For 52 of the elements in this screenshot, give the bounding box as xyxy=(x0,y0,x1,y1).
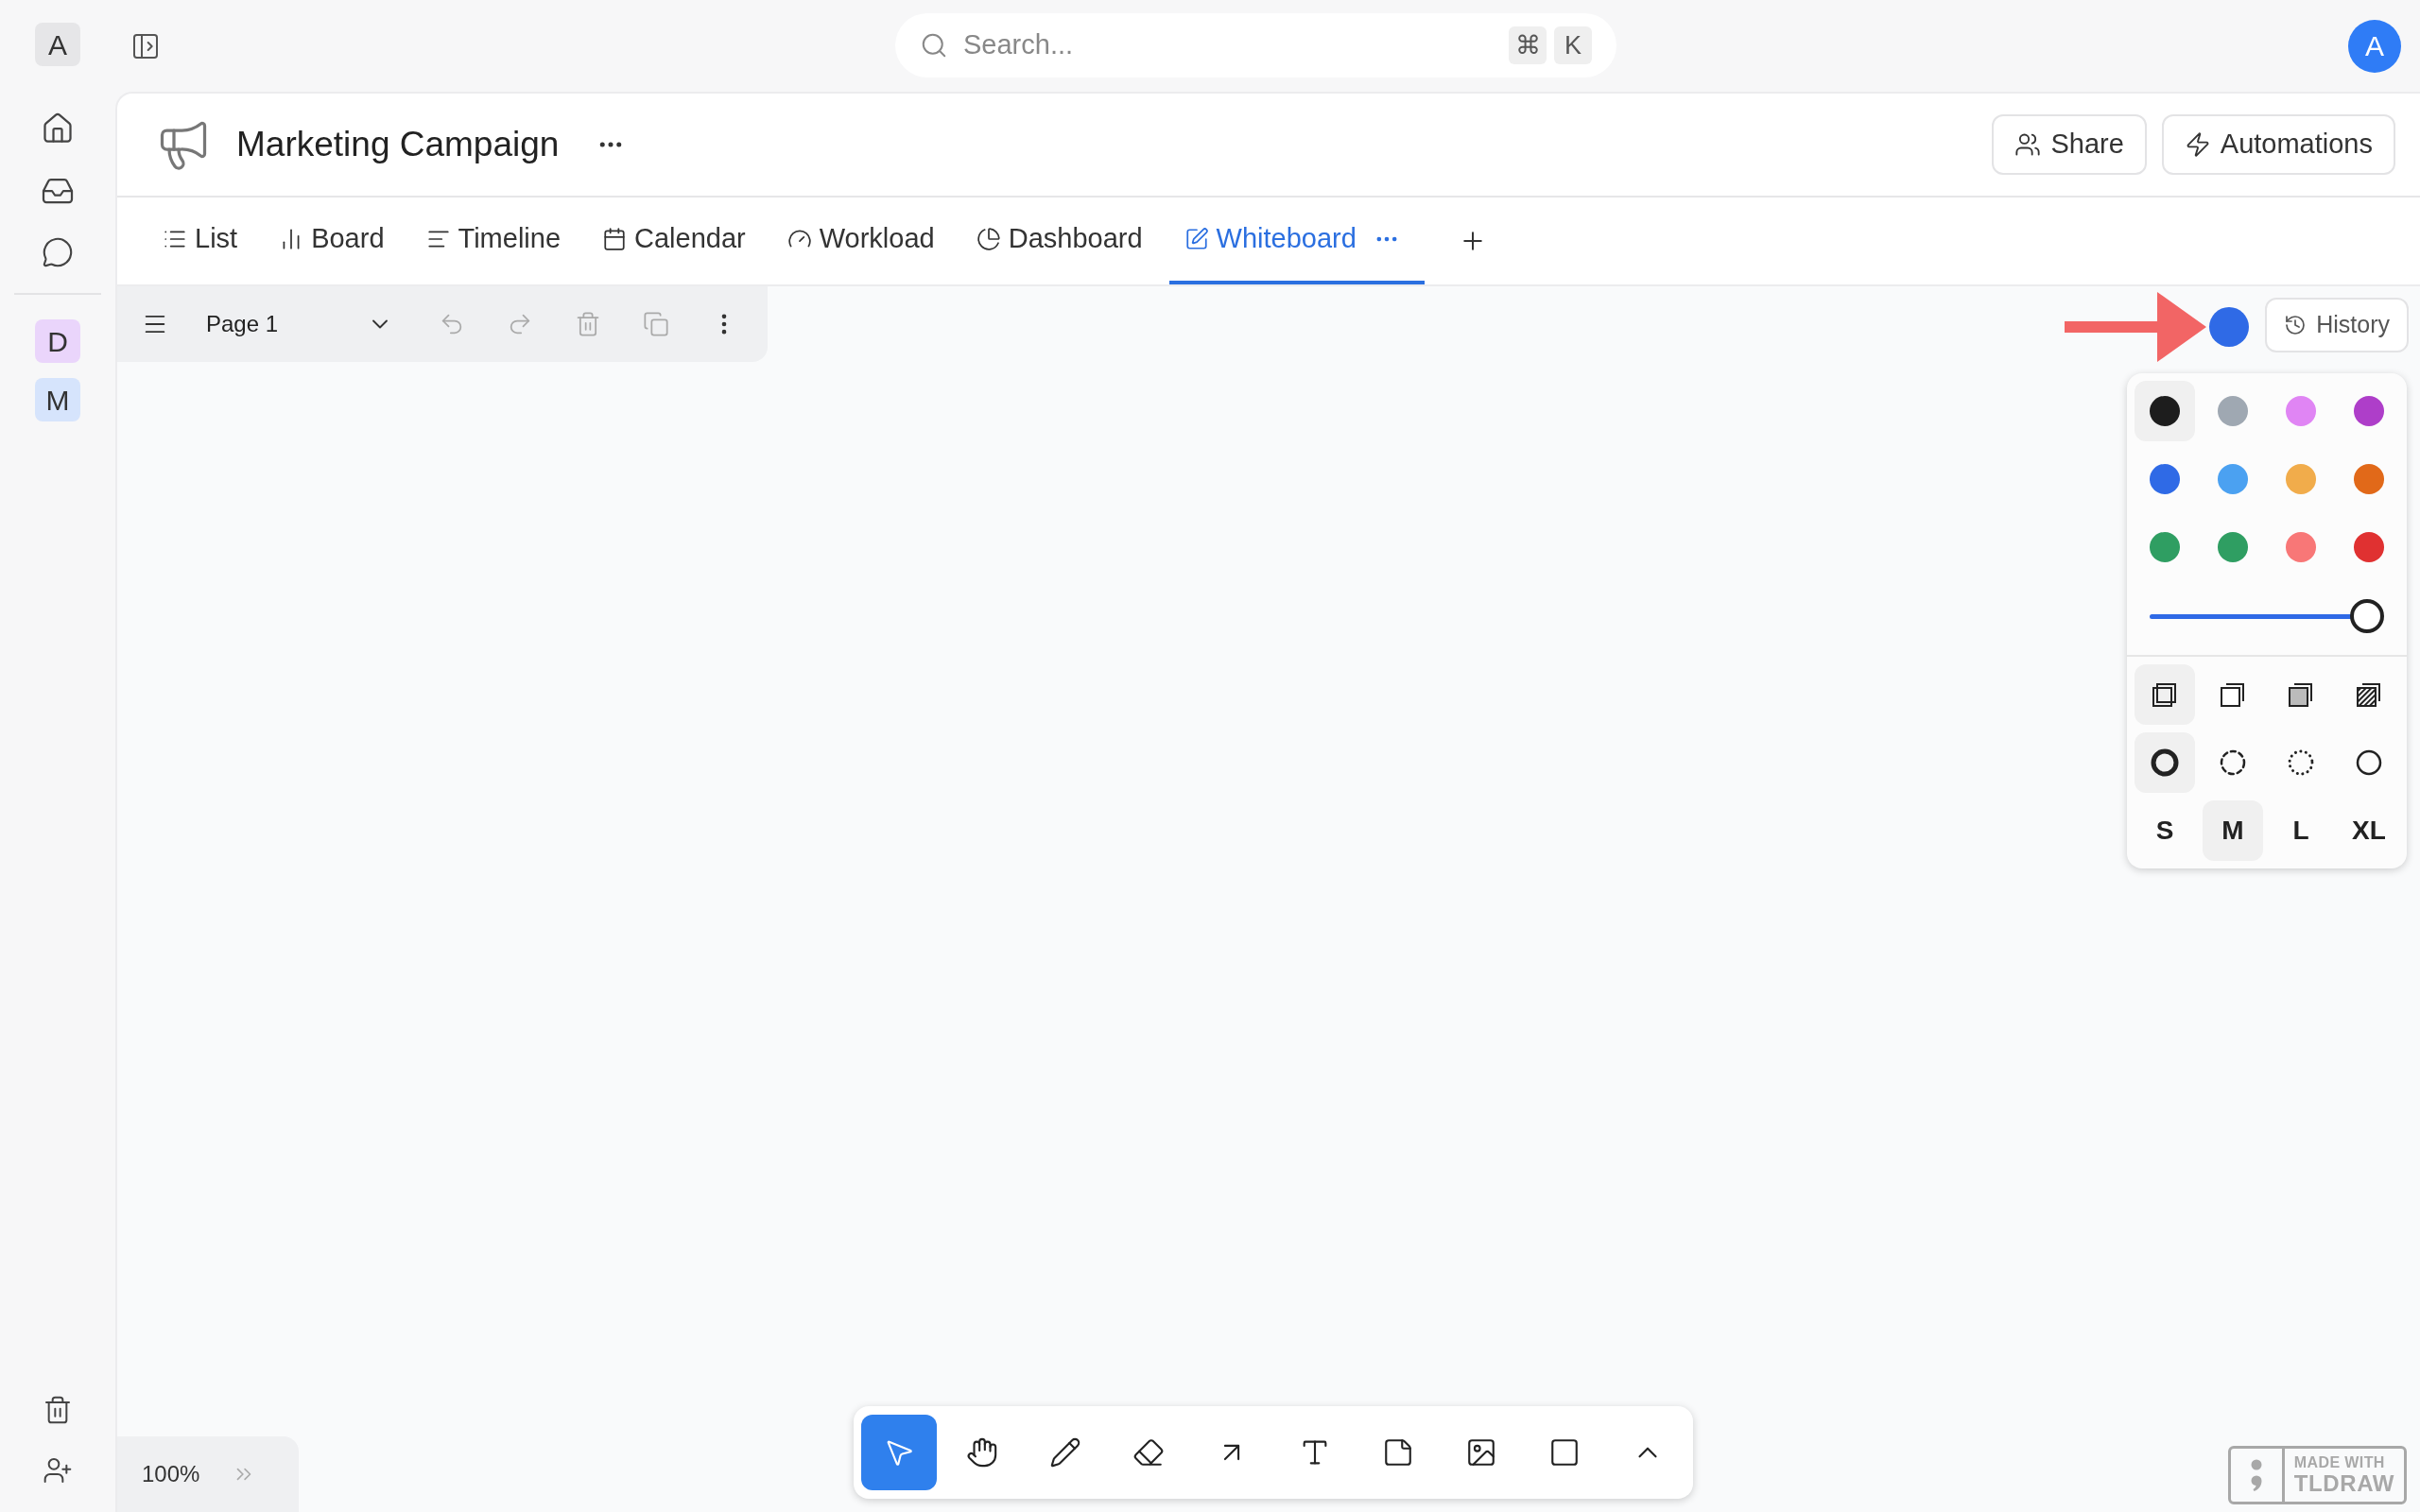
opacity-slider[interactable] xyxy=(2148,597,2386,635)
view-tab[interactable]: Board xyxy=(264,198,400,284)
space-avatar[interactable]: M xyxy=(35,378,80,421)
space-avatar[interactable]: D xyxy=(35,319,80,363)
slider-thumb[interactable] xyxy=(2350,598,2384,633)
page-name[interactable]: Page 1 xyxy=(206,307,367,341)
add-user-icon[interactable] xyxy=(43,1455,73,1486)
shortcut-key: K xyxy=(1554,26,1592,64)
whiteboard-icon xyxy=(1184,227,1209,251)
view-tab[interactable]: Calendar xyxy=(587,198,761,284)
page-title: Marketing Campaign xyxy=(236,124,560,166)
color-swatch-button[interactable] xyxy=(2135,381,2195,441)
eraser-icon xyxy=(1132,1436,1165,1469)
size-button[interactable]: XL xyxy=(2339,800,2399,861)
user-avatar[interactable]: A xyxy=(2348,19,2401,73)
rectangle-icon xyxy=(1548,1436,1581,1469)
note-icon xyxy=(1382,1436,1414,1469)
select-tool-button[interactable] xyxy=(861,1415,937,1490)
share-button[interactable]: Share xyxy=(1992,114,2147,175)
badge-brand: TLDRAW xyxy=(2293,1472,2394,1495)
view-tab[interactable]: Timeline xyxy=(410,198,577,284)
calendar-icon xyxy=(602,227,628,251)
trash-icon[interactable] xyxy=(43,1395,73,1425)
search-bar[interactable]: Search... ⌘ K xyxy=(895,13,1616,77)
shortcut-key: ⌘ xyxy=(1509,26,1547,64)
size-button[interactable]: L xyxy=(2271,800,2331,861)
fill-style-button[interactable] xyxy=(2135,664,2195,725)
home-icon[interactable] xyxy=(41,112,75,146)
whiteboard-canvas[interactable]: Page 1 History S M L XL 100% MADE WITH TLDRAW xyxy=(117,286,2420,1512)
size-button[interactable]: M xyxy=(2203,800,2263,861)
search-field[interactable]: Search... xyxy=(963,25,1494,66)
view-tab[interactable]: List xyxy=(147,198,253,284)
view-tab[interactable]: Workload xyxy=(771,198,950,284)
history-button[interactable]: History xyxy=(2265,298,2409,352)
search-icon xyxy=(920,31,948,60)
stroke-style-button[interactable] xyxy=(2135,732,2195,793)
history-icon xyxy=(2284,314,2308,336)
workspace-avatar[interactable]: A xyxy=(35,23,80,66)
dashboard-icon xyxy=(976,227,1001,251)
draw-icon xyxy=(1049,1436,1081,1469)
badge-caption: MADE WITH xyxy=(2293,1455,2386,1470)
people-icon xyxy=(2014,131,2042,158)
current-color-swatch[interactable] xyxy=(2209,307,2249,347)
chat-icon[interactable] xyxy=(42,236,74,268)
semicolon-logo-icon xyxy=(2249,1458,2263,1492)
size-button[interactable]: S xyxy=(2135,800,2195,861)
view-tab[interactable]: Dashboard xyxy=(960,198,1158,284)
automations-button[interactable]: Automations xyxy=(2161,114,2395,175)
draw-stroke-icon xyxy=(2149,747,2181,779)
hand-icon xyxy=(966,1436,998,1469)
image-icon xyxy=(1465,1436,1497,1469)
zoom-level[interactable]: 100% xyxy=(142,1457,200,1491)
